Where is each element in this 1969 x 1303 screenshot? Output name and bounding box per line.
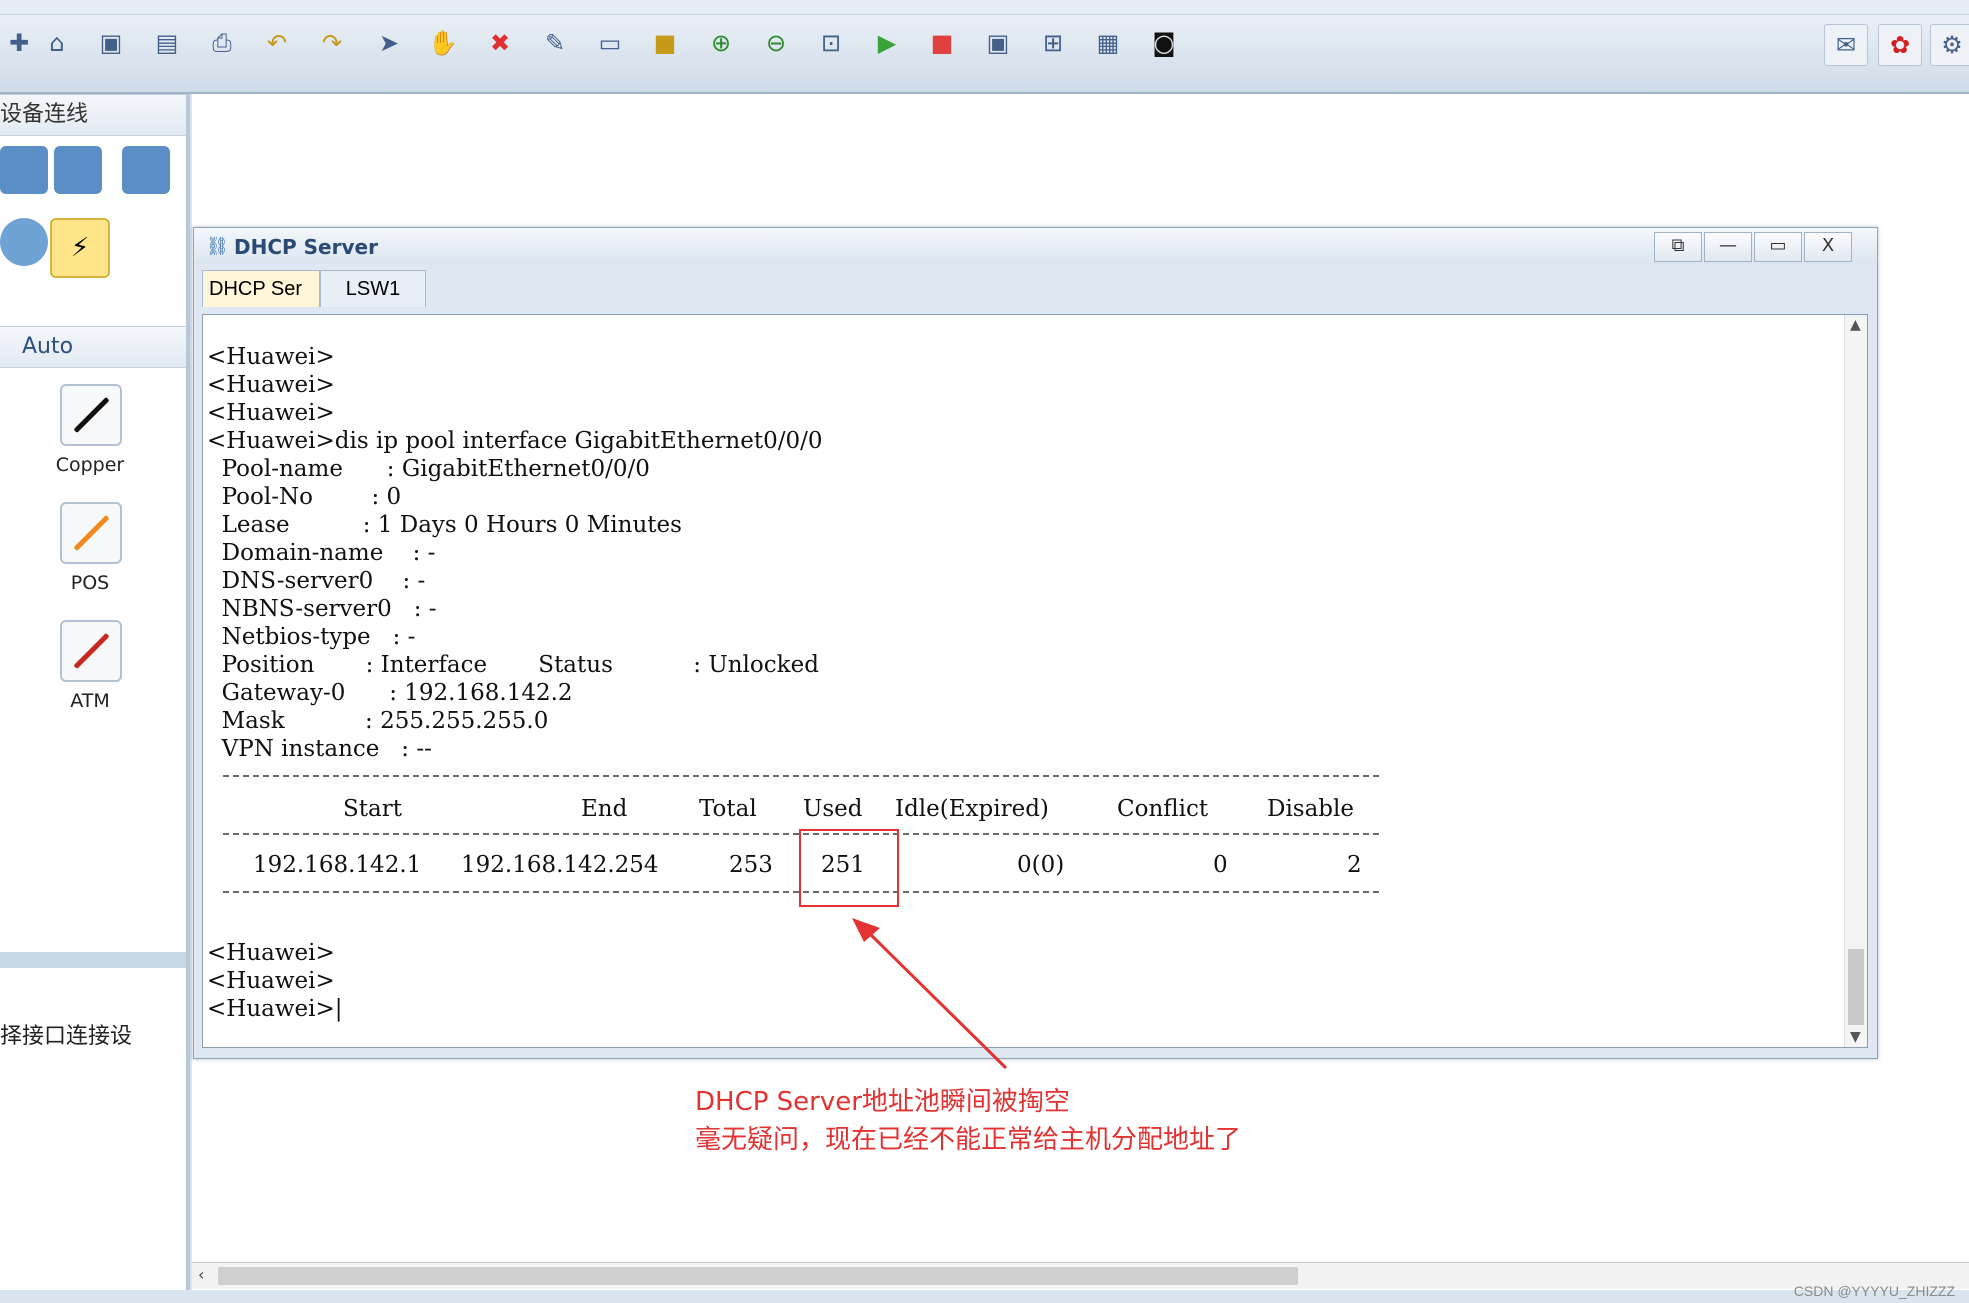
annotation-text: DHCP Server地址池瞬间被掏空 毫无疑问，现在已经不能正常给主机分配地址… [695,1083,1241,1159]
annotation-line2: 毫无疑问，现在已经不能正常给主机分配地址了 [695,1125,1242,1155]
arrow-line [864,928,1008,1070]
annotation-line1: DHCP Server地址池瞬间被掏空 [695,1087,1070,1117]
watermark: CSDN @YYYYU_ZHIZZZ [1793,1283,1955,1299]
